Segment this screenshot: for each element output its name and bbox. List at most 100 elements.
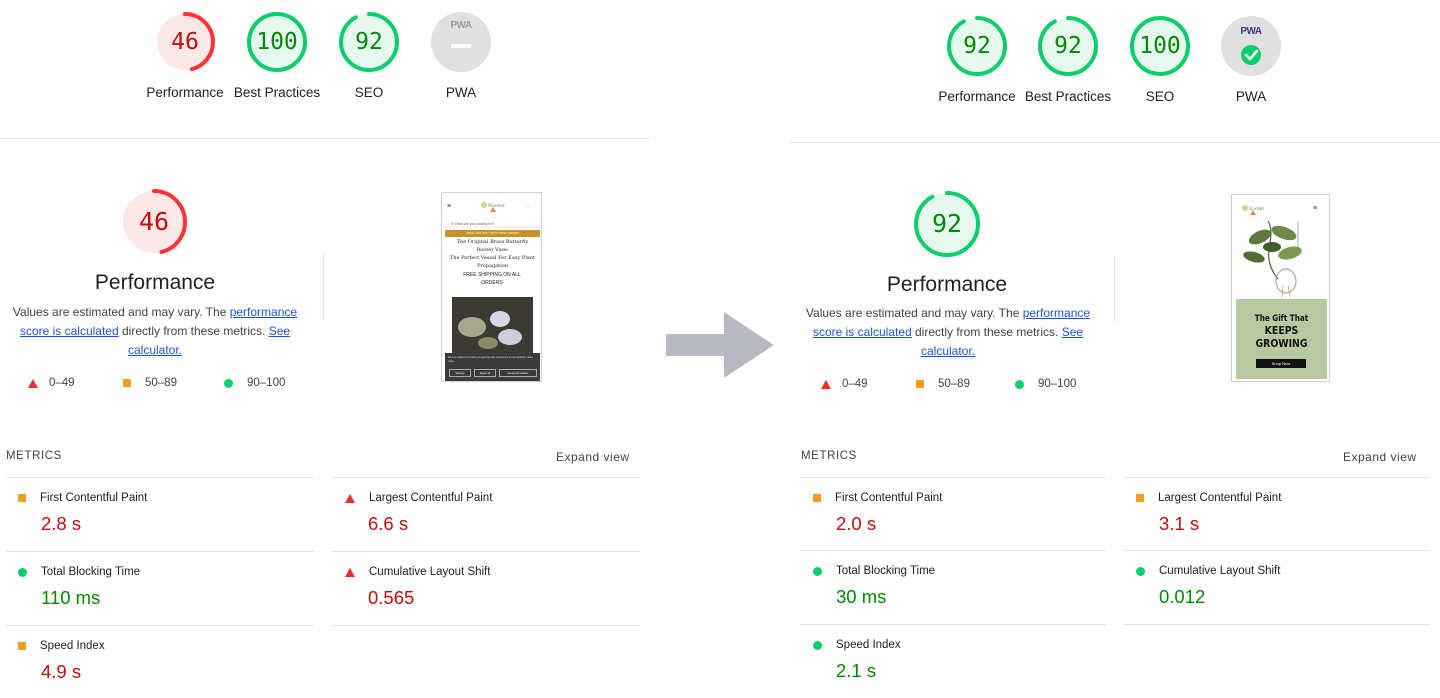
performance-gauge: 92 xyxy=(913,190,981,258)
triangle-icon xyxy=(345,493,355,503)
gauge-seo[interactable]: 100 SEO xyxy=(1129,15,1191,104)
triangle-icon xyxy=(821,379,831,389)
metric-lcp-value: 6.6 s xyxy=(368,513,409,534)
promo-line: GROWING xyxy=(1255,337,1308,350)
legend-pass: 90–100 xyxy=(1015,378,1076,390)
metrics-heading: METRICS xyxy=(801,450,857,462)
performance-description: Values are estimated and may vary. The p… xyxy=(803,304,1093,361)
divider xyxy=(790,142,1440,143)
divider xyxy=(332,477,640,478)
performance-title: Performance xyxy=(94,271,216,294)
legend-label: 90–100 xyxy=(247,377,286,389)
expand-view-toggle[interactable]: Expand view xyxy=(556,450,630,464)
promo-line: The Gift That xyxy=(1254,314,1309,324)
gauge-best-practices[interactable]: 92 Best Practices xyxy=(1025,15,1111,104)
gauge-performance[interactable]: 92 Performance xyxy=(938,15,1016,104)
square-icon xyxy=(1136,494,1144,502)
promo-block: The Gift That KEEPS GROWING Shop Now xyxy=(1236,299,1327,379)
desc-text: directly from these metrics. xyxy=(118,324,269,338)
metric-lcp: Largest Contentful Paint xyxy=(1136,492,1281,504)
promo-headline: The Gift That KEEPS GROWING xyxy=(1243,314,1320,350)
metric-label: Largest Contentful Paint xyxy=(369,492,493,504)
metric-label: First Contentful Paint xyxy=(835,492,943,504)
metric-tbt: Total Blocking Time xyxy=(18,566,140,578)
gauge-score: 92 xyxy=(963,33,991,59)
logo: Rooter xyxy=(1240,202,1266,215)
hero-text: The Original Brass Butterfly Rooter Vase… xyxy=(445,238,540,270)
gauge-score: 100 xyxy=(1139,33,1181,59)
metric-label: Cumulative Layout Shift xyxy=(369,566,491,578)
gauge-pwa[interactable]: PWA PWA xyxy=(430,11,492,100)
legend-fail: 0–49 xyxy=(28,377,75,389)
hamburger-icon: ≡ xyxy=(447,203,452,210)
divider xyxy=(332,551,640,552)
gauge-score: 92 xyxy=(355,29,383,55)
svg-text:Rooter: Rooter xyxy=(488,203,506,209)
shop-now-button[interactable]: Shop Now xyxy=(1256,359,1306,368)
square-icon xyxy=(123,379,131,387)
final-screenshot[interactable]: ≡ Rooter ◦◦ ⚲ What are you looking for? … xyxy=(441,192,542,382)
metric-si-value: 4.9 s xyxy=(41,661,82,682)
metric-tbt-value: 30 ms xyxy=(836,586,887,607)
metric-label: First Contentful Paint xyxy=(40,492,148,504)
gauge-seo[interactable]: 92 SEO xyxy=(338,11,400,100)
cookie-banner: We use cookies to ensure you get the bes… xyxy=(445,353,540,381)
legend-average: 50–89 xyxy=(123,377,177,389)
gauge-best-practices[interactable]: 100 Best Practices xyxy=(234,11,320,100)
gauge-pwa[interactable]: PWA PWA xyxy=(1220,15,1282,104)
divider xyxy=(800,624,1106,625)
cookie-reject-button[interactable]: Reject all xyxy=(474,369,496,377)
square-icon xyxy=(916,380,924,388)
hamburger-icon: ≡ xyxy=(1313,205,1318,212)
divider xyxy=(6,625,314,626)
metric-si-value: 2.1 s xyxy=(836,660,877,681)
gauge-label: PWA xyxy=(1235,89,1267,104)
search-placeholder: What are you looking for? xyxy=(454,222,495,226)
product-photo xyxy=(452,297,533,353)
metric-cls-value: 0.565 xyxy=(368,587,415,608)
gauge-score: 100 xyxy=(256,29,298,55)
cookie-settings-button[interactable]: Settings xyxy=(449,369,471,377)
hero-line: The Perfect Vessel For Easy Plant xyxy=(449,255,536,261)
metric-label: Total Blocking Time xyxy=(836,565,936,577)
divider xyxy=(1114,256,1115,322)
legend-label: 50–89 xyxy=(145,377,177,389)
square-icon xyxy=(18,642,26,650)
divider xyxy=(1124,550,1430,551)
final-screenshot[interactable]: Rooter ≡ The Gift That KEEPS GROWING Sho… xyxy=(1231,194,1330,382)
metric-label: Total Blocking Time xyxy=(41,566,141,578)
pwa-badge: PWA xyxy=(450,20,472,31)
metric-si: Speed Index xyxy=(18,640,105,652)
divider xyxy=(0,138,650,139)
cookie-text: We use cookies to ensure you get the bes… xyxy=(448,356,533,363)
metric-tbt: Total Blocking Time xyxy=(813,565,935,577)
metric-fcp-value: 2.8 s xyxy=(41,513,82,534)
gauge-performance[interactable]: 46 Performance xyxy=(146,11,224,100)
promo-banner: SAVE 10% OFF YOUR FIRST ORDER xyxy=(445,230,540,237)
metric-label: Speed Index xyxy=(40,640,105,652)
legend-label: 0–49 xyxy=(49,377,75,389)
metric-fcp-value: 2.0 s xyxy=(836,513,877,534)
legend-label: 0–49 xyxy=(842,378,868,390)
legend-fail: 0–49 xyxy=(821,378,868,390)
arrow-right-icon xyxy=(666,312,774,378)
metric-label: Largest Contentful Paint xyxy=(1158,492,1282,504)
metric-fcp: First Contentful Paint xyxy=(18,492,147,504)
metric-fcp: First Contentful Paint xyxy=(813,492,942,504)
logo: Rooter xyxy=(478,199,508,212)
divider xyxy=(800,550,1106,551)
divider xyxy=(800,477,1106,478)
cookie-accept-button[interactable]: Accept All Cookies xyxy=(499,369,537,377)
account-icon: ◦◦ xyxy=(527,204,530,209)
hero-line: The Original Brass Butterfly xyxy=(456,239,529,245)
divider xyxy=(6,477,314,478)
expand-view-toggle[interactable]: Expand view xyxy=(1343,450,1417,464)
desc-text: directly from these metrics. xyxy=(911,325,1062,339)
circle-icon xyxy=(224,378,233,388)
metric-label: Speed Index xyxy=(836,639,901,651)
circle-icon xyxy=(1015,379,1024,389)
legend-average: 50–89 xyxy=(916,378,970,390)
site-search: ⚲ What are you looking for? xyxy=(445,220,540,228)
metrics-heading: METRICS xyxy=(6,450,62,462)
legend-pass: 90–100 xyxy=(224,377,285,389)
